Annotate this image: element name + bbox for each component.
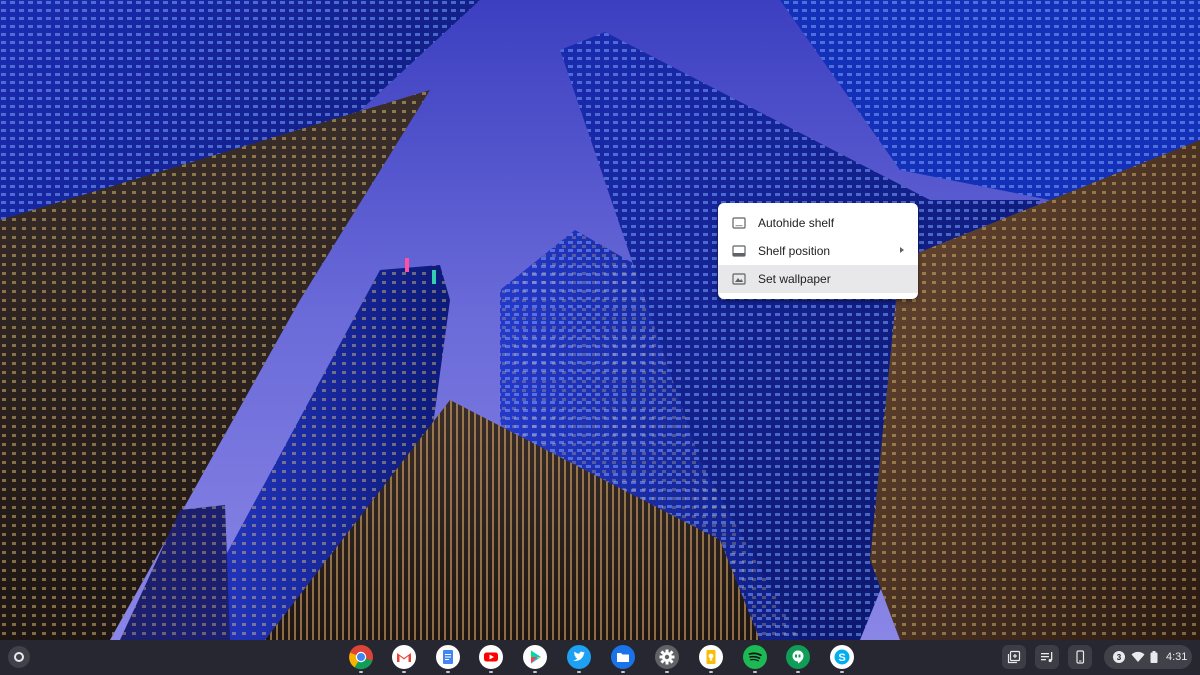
menu-item-autohide-shelf[interactable]: Autohide shelf xyxy=(718,209,918,237)
submenu-arrow-icon xyxy=(900,247,904,253)
phone-icon xyxy=(1076,650,1085,664)
hangouts-app-button[interactable] xyxy=(785,644,811,673)
files-icon xyxy=(611,645,635,669)
svg-text:S: S xyxy=(838,652,845,664)
keep-icon xyxy=(699,645,723,669)
shelf-position-icon xyxy=(732,244,746,258)
shelf: S 3 4:31 xyxy=(0,640,1200,675)
wifi-icon xyxy=(1131,651,1145,662)
gmail-app-button[interactable] xyxy=(391,644,417,673)
play-store-icon xyxy=(523,645,547,669)
launcher-button[interactable] xyxy=(8,646,30,668)
docs-app-button[interactable] xyxy=(435,644,461,673)
notification-count-badge: 3 xyxy=(1113,651,1125,663)
chrome-app-button[interactable] xyxy=(348,644,374,673)
shelf-context-menu: Autohide shelf Shelf position Set wallpa… xyxy=(718,203,918,299)
launcher-icon xyxy=(14,652,24,662)
skype-icon: S xyxy=(830,645,854,669)
settings-icon xyxy=(655,645,679,669)
clock[interactable]: 4:31 xyxy=(1166,651,1187,663)
desktop-wallpaper[interactable] xyxy=(0,0,1200,640)
menu-item-label: Set wallpaper xyxy=(758,272,831,286)
spotify-icon xyxy=(743,645,767,669)
battery-icon xyxy=(1150,651,1158,663)
media-queue-icon xyxy=(1041,652,1053,663)
wallpaper-icon xyxy=(732,272,746,286)
keep-app-button[interactable] xyxy=(698,644,724,673)
status-area[interactable]: 3 4:31 xyxy=(1104,645,1192,669)
gmail-icon xyxy=(392,645,416,669)
chrome-icon xyxy=(349,645,373,670)
holding-space-icon xyxy=(1007,650,1021,664)
youtube-app-button[interactable] xyxy=(478,644,504,673)
docs-icon xyxy=(436,645,460,669)
twitter-icon xyxy=(567,645,591,669)
menu-item-label: Shelf position xyxy=(758,244,831,258)
hangouts-icon xyxy=(786,645,810,669)
spotify-app-button[interactable] xyxy=(742,644,768,673)
menu-item-label: Autohide shelf xyxy=(758,216,835,230)
youtube-icon xyxy=(479,645,503,669)
twitter-app-button[interactable] xyxy=(566,644,592,673)
autohide-shelf-icon xyxy=(732,216,746,230)
phone-hub-button[interactable] xyxy=(1068,645,1092,669)
settings-app-button[interactable] xyxy=(654,644,680,673)
play-store-app-button[interactable] xyxy=(522,644,548,673)
holding-space-button[interactable] xyxy=(1002,645,1026,669)
media-controls-button[interactable] xyxy=(1035,645,1059,669)
skype-app-button[interactable]: S xyxy=(829,644,855,673)
menu-item-shelf-position[interactable]: Shelf position xyxy=(718,237,918,265)
menu-item-set-wallpaper[interactable]: Set wallpaper xyxy=(718,265,918,293)
files-app-button[interactable] xyxy=(610,644,636,673)
